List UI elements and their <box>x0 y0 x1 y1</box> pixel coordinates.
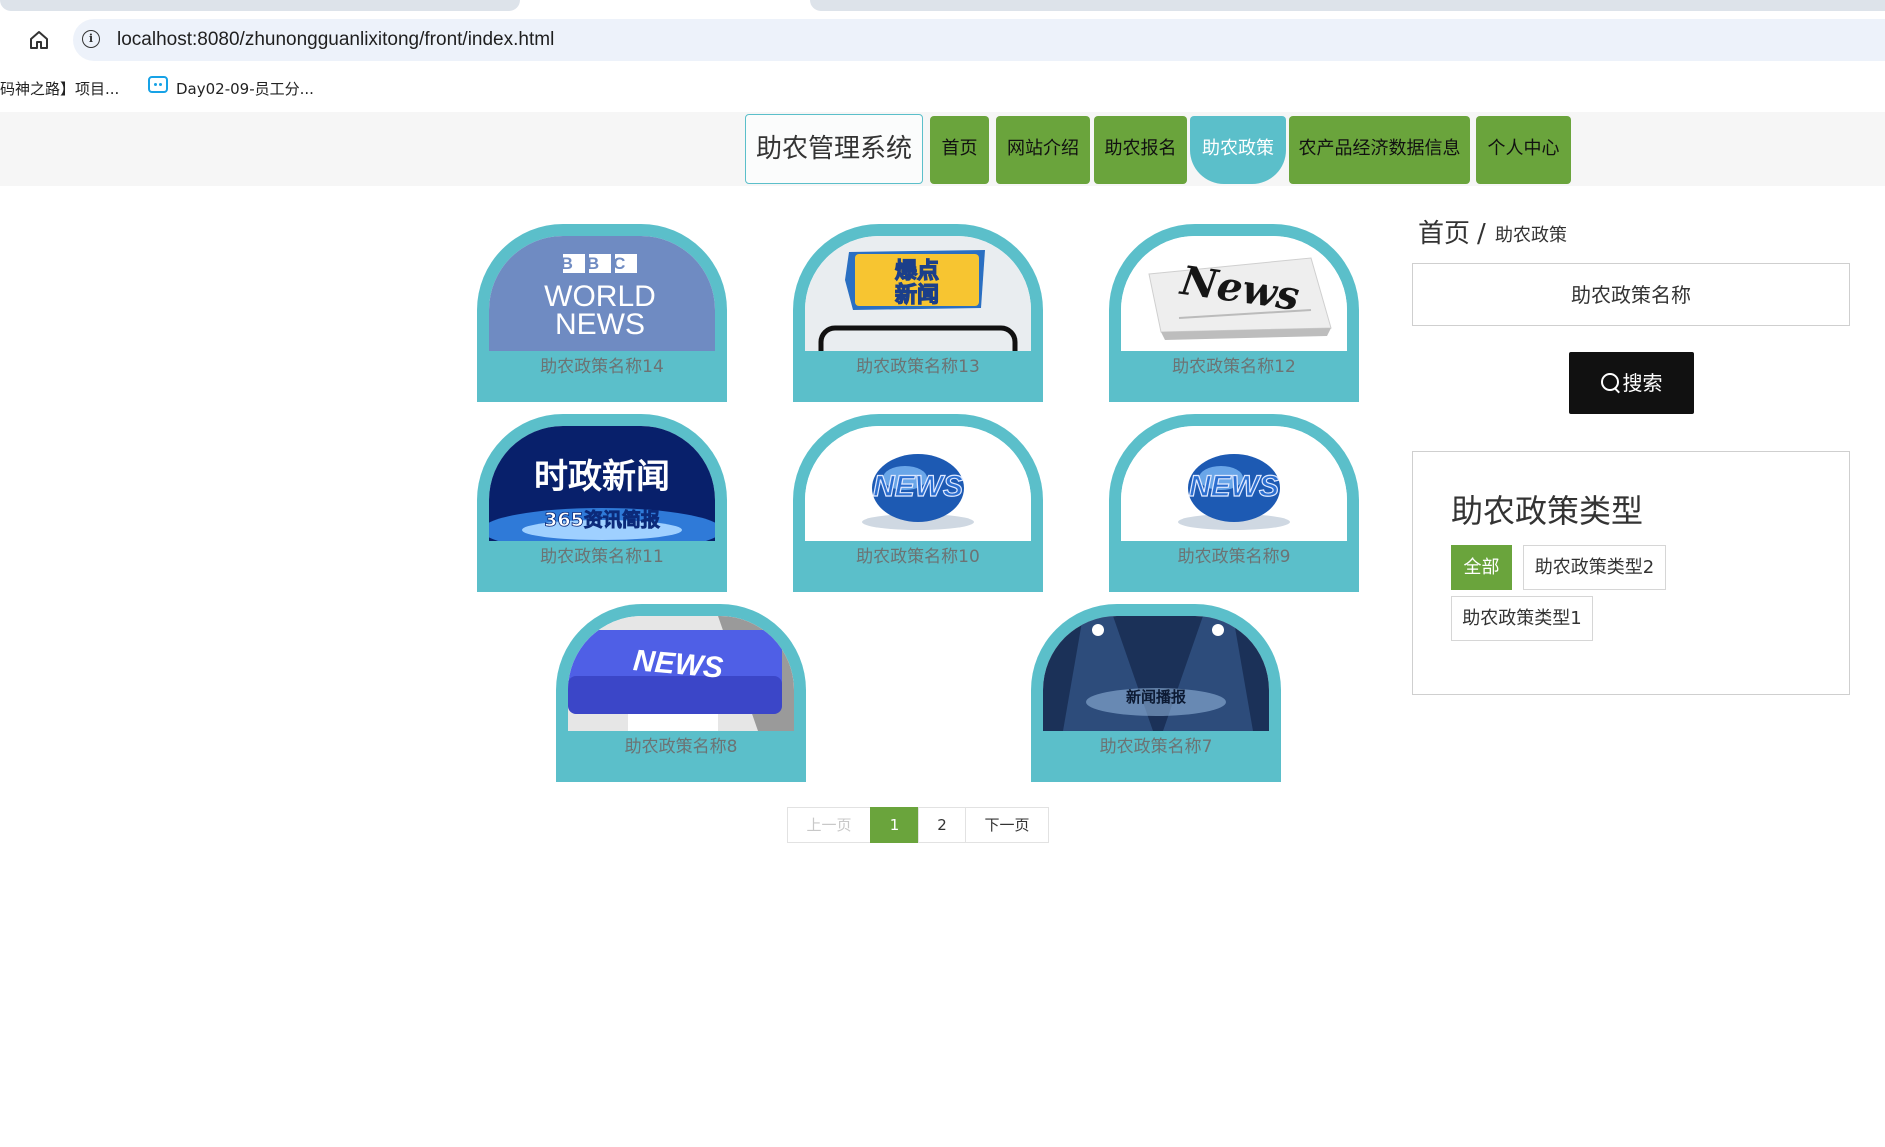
policy-card-title[interactable]: 助农政策名称12 <box>1109 355 1359 379</box>
nav-item-economic-data[interactable]: 农产品经济数据信息 <box>1289 116 1470 184</box>
page-button-1[interactable]: 1 <box>870 807 919 843</box>
breadcrumb-separator: / <box>1477 219 1486 249</box>
policy-card[interactable]: 新闻播报 助农政策名称7 <box>1031 604 1281 782</box>
search-icon <box>1600 373 1619 391</box>
home-icon[interactable] <box>26 27 52 53</box>
policy-card[interactable]: 时政新闻 365资讯简报 助农政策名称11 <box>477 414 727 592</box>
policy-card-title[interactable]: 助农政策名称7 <box>1031 735 1281 759</box>
bookmark-item[interactable]: Day02-09-员工分... <box>176 79 314 99</box>
nav-item-about[interactable]: 网站介绍 <box>996 116 1090 184</box>
breadcrumb-current: 助农政策 <box>1495 225 1567 246</box>
bilibili-icon <box>148 76 168 93</box>
nav-item-home[interactable]: 首页 <box>930 116 989 184</box>
policy-card-image: BBC WORLD NEWS <box>489 236 715 351</box>
policy-card-image: 新闻播报 <box>1043 616 1269 731</box>
next-page-button[interactable]: 下一页 <box>965 807 1049 843</box>
bbc-news-text: NEWS <box>555 308 645 341</box>
type-tag-2[interactable]: 助农政策类型2 <box>1523 545 1666 590</box>
policy-name-search-input[interactable] <box>1412 263 1850 326</box>
policy-card-title[interactable]: 助农政策名称10 <box>793 545 1043 569</box>
policy-card-image: NEWS <box>805 426 1031 541</box>
policy-type-title: 助农政策类型 <box>1451 492 1644 530</box>
browser-tab-strip <box>0 0 1885 14</box>
policy-card[interactable]: News 助农政策名称12 <box>1109 224 1359 402</box>
policy-card-title[interactable]: 助农政策名称9 <box>1109 545 1359 569</box>
site-brand[interactable]: 助农管理系统 <box>745 114 923 184</box>
baodian-text: 爆点 <box>895 258 939 284</box>
policy-card-title[interactable]: 助农政策名称8 <box>556 735 806 759</box>
type-tag-all[interactable]: 全部 <box>1451 545 1512 590</box>
nav-item-policy[interactable]: 助农政策 <box>1190 116 1286 184</box>
bbc-text: BBC <box>561 254 640 273</box>
xinwen-text: 新闻 <box>895 282 939 308</box>
globe-news-text: NEWS <box>873 470 963 503</box>
site-info-icon[interactable]: i <box>82 30 100 48</box>
policy-card-title[interactable]: 助农政策名称13 <box>793 355 1043 379</box>
browser-tab[interactable] <box>0 0 520 11</box>
policy-card-title[interactable]: 助农政策名称14 <box>477 355 727 379</box>
shizheng-sub-text: 365资讯简报 <box>544 508 660 531</box>
bookmark-item[interactable]: 码神之路】项目... <box>0 79 119 99</box>
type-tag-1[interactable]: 助农政策类型1 <box>1451 596 1593 641</box>
nav-item-profile[interactable]: 个人中心 <box>1476 116 1571 184</box>
policy-card-image: 时政新闻 365资讯简报 <box>489 426 715 541</box>
policy-card-image: NEWS <box>568 616 794 731</box>
stage-text: 新闻播报 <box>1126 688 1186 706</box>
nav-item-signup[interactable]: 助农报名 <box>1094 116 1187 184</box>
policy-card[interactable]: NEWS 助农政策名称8 <box>556 604 806 782</box>
policy-card[interactable]: NEWS 助农政策名称9 <box>1109 414 1359 592</box>
policy-card-image: 爆点 新闻 <box>805 236 1031 351</box>
search-button[interactable]: 搜索 <box>1569 352 1694 414</box>
prev-page-button[interactable]: 上一页 <box>787 807 871 843</box>
policy-card[interactable]: NEWS 助农政策名称10 <box>793 414 1043 592</box>
policy-card[interactable]: BBC WORLD NEWS 助农政策名称14 <box>477 224 727 402</box>
policy-card-image: NEWS <box>1121 426 1347 541</box>
policy-card-title[interactable]: 助农政策名称11 <box>477 545 727 569</box>
browser-tab[interactable] <box>810 0 1885 11</box>
url-text[interactable]: localhost:8080/zhunongguanlixitong/front… <box>117 27 554 53</box>
policy-card-image: News <box>1121 236 1347 351</box>
breadcrumb-home[interactable]: 首页 <box>1418 216 1470 252</box>
shizheng-text: 时政新闻 <box>534 457 670 497</box>
globe-news-text: NEWS <box>1189 470 1279 503</box>
policy-card[interactable]: 爆点 新闻 助农政策名称13 <box>793 224 1043 402</box>
page-button-2[interactable]: 2 <box>918 807 966 843</box>
search-button-label: 搜索 <box>1622 371 1663 395</box>
